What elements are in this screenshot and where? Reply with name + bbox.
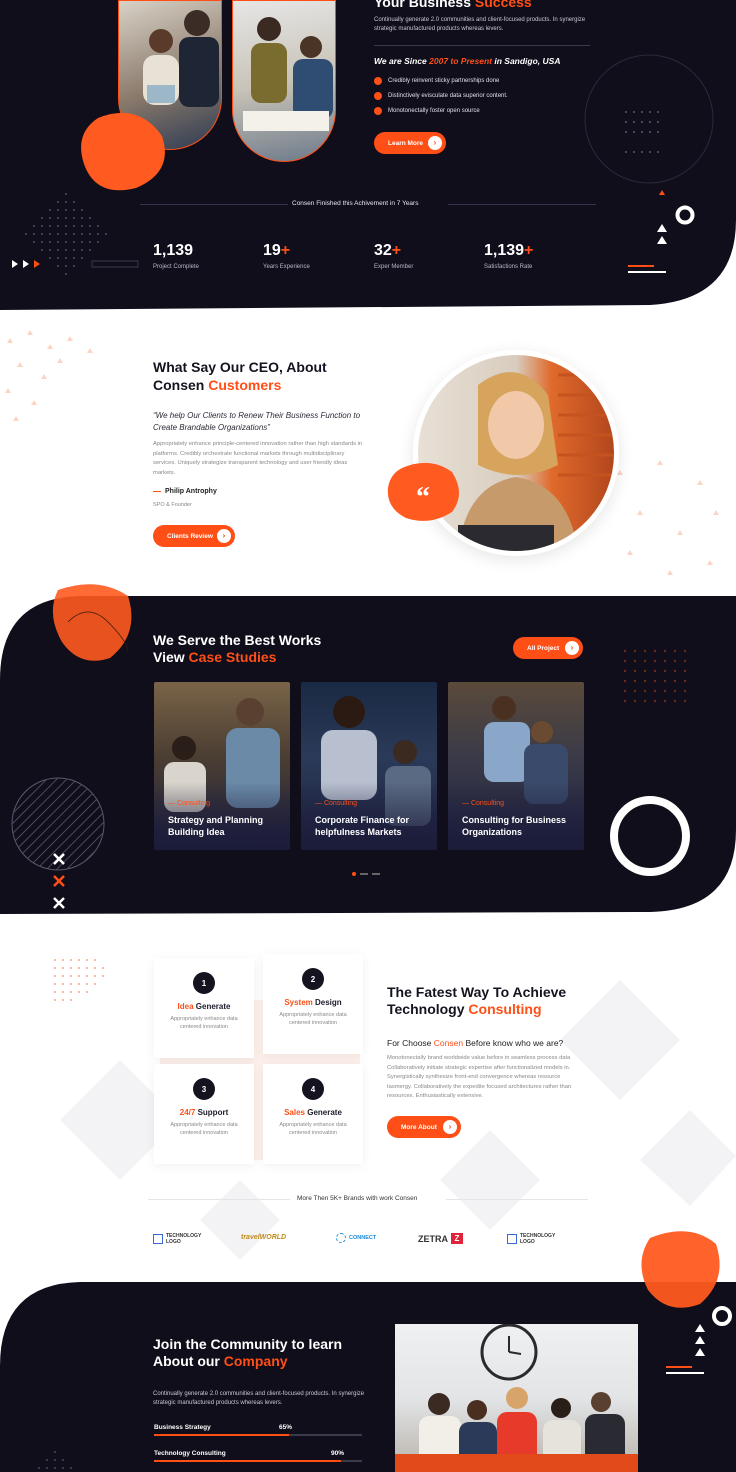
card-title: Consulting for Business Organizations xyxy=(462,815,567,837)
ceo-dots-pattern xyxy=(5,330,93,421)
achievement-line-right xyxy=(448,204,596,205)
ceo-dots-right xyxy=(617,460,719,575)
all-project-button[interactable]: All Project › xyxy=(513,637,583,659)
ring-large-icon xyxy=(610,796,690,876)
brand-icon xyxy=(507,1234,517,1244)
check-item: Distinctively evisculate data superior c… xyxy=(374,92,508,100)
brand-logo[interactable]: ZETRA Z xyxy=(418,1233,463,1244)
more-about-button[interactable]: More About › xyxy=(387,1116,461,1138)
community-description: Continually generate 2.0 communities and… xyxy=(153,1391,365,1406)
works-title: We Serve the Best Works View Case Studie… xyxy=(153,632,322,665)
hero-orange-blob xyxy=(81,112,165,191)
brand-logo[interactable]: CONNECT xyxy=(336,1233,376,1243)
brand-logo[interactable]: TECHNOLOGY LOGO xyxy=(153,1233,210,1245)
feature-card: 2 System Design Appropriately enhance da… xyxy=(263,954,363,1054)
dot-grid-peach xyxy=(54,959,104,1001)
consulting-title: The Fatest Way To Achieve Technology Con… xyxy=(387,984,567,1017)
card-category: — Consulting xyxy=(168,800,211,807)
feature-card: 4 Sales Generate Appropriately enhance d… xyxy=(263,1064,363,1164)
skill-bar-fill xyxy=(154,1434,290,1436)
arrow-icon: › xyxy=(565,641,579,655)
ring-white-icon xyxy=(675,205,695,225)
svg-text:“: “ xyxy=(416,482,430,513)
check-icon xyxy=(374,107,382,115)
community-image xyxy=(395,1324,638,1472)
dotted-diamond-bottom xyxy=(38,1451,72,1469)
card-category: — Consulting xyxy=(462,800,505,807)
skill-bar-technology: Technology Consulting 90% xyxy=(154,1450,362,1462)
ceo-role: SPO & Founder xyxy=(153,502,192,508)
decorative-lines xyxy=(666,1366,704,1374)
dotted-diamond xyxy=(25,193,107,275)
hero-title: Your Business Success xyxy=(374,0,532,10)
card-title: Corporate Finance for helpfulness Market… xyxy=(315,815,410,837)
case-study-card[interactable]: — Consulting Consulting for Business Org… xyxy=(448,682,584,850)
achievement-caption: Consen Finished this Achivement in 7 Yea… xyxy=(292,200,419,207)
community-orange-blob xyxy=(641,1231,720,1308)
ceo-body: Appropriately enhance principle-centered… xyxy=(153,441,363,476)
hero-description: Continually generate 2.0 communities and… xyxy=(374,17,586,32)
stat-members: 32+ Exper Member xyxy=(374,242,414,270)
community-title: Join the Community to learn About our Co… xyxy=(153,1336,343,1369)
works-orange-blob xyxy=(52,584,132,661)
decorative-lines xyxy=(628,265,666,273)
carousel-dot-active xyxy=(352,872,356,876)
arrow-icon: › xyxy=(443,1120,457,1134)
stat-years: 19+ Years Experience xyxy=(263,242,310,270)
brand-icon xyxy=(153,1234,163,1244)
achievement-line-left xyxy=(140,204,288,205)
brands-line-left xyxy=(148,1199,290,1200)
arrow-icon: › xyxy=(217,529,231,543)
play-arrows-icon xyxy=(12,260,139,268)
brand-logo[interactable]: TECHNOLOGY LOGO xyxy=(507,1233,564,1245)
check-item: Monotonectally foster open source xyxy=(374,107,508,115)
stat-projects: 1,139 Project Complete xyxy=(153,242,200,270)
check-icon xyxy=(374,92,382,100)
stat-satisfaction: 1,139+ Satisfactions Rate xyxy=(484,242,534,270)
brands-line-right xyxy=(446,1199,588,1200)
carousel-dot xyxy=(372,873,380,875)
carousel-dots[interactable] xyxy=(352,872,380,876)
decorative-ring xyxy=(584,54,714,184)
brand-icon: Z xyxy=(451,1233,463,1244)
hero-divider xyxy=(374,45,590,46)
feature-card: 1 Idea Generate Appropriately enhance da… xyxy=(154,958,254,1058)
ring-white-icon xyxy=(712,1306,732,1326)
carousel-dot xyxy=(360,873,368,875)
hero-since: We are Since 2007 to Present in Sandigo,… xyxy=(374,56,561,66)
consulting-subtitle: For Choose Consen Before know who we are… xyxy=(387,1038,564,1048)
check-icon xyxy=(374,77,382,85)
hero-image-2 xyxy=(232,0,336,162)
ceo-name: Philip Antrophy xyxy=(153,488,217,495)
brand-icon xyxy=(336,1233,346,1243)
brands-caption: More Then 5K+ Brands with work Consen xyxy=(297,1195,418,1202)
skill-bar-fill xyxy=(154,1460,342,1462)
quote-icon: “ xyxy=(387,462,459,521)
feature-number: 2 xyxy=(302,968,324,990)
feature-card: 3 24/7 Support Appropriately enhance dat… xyxy=(154,1064,254,1164)
triangles-icon xyxy=(695,1324,705,1356)
arrow-icon: › xyxy=(428,136,442,150)
ceo-portrait xyxy=(413,350,619,556)
clients-review-button[interactable]: Clients Review › xyxy=(153,525,235,547)
feature-number: 1 xyxy=(193,972,215,994)
case-study-card[interactable]: — Consulting Corporate Finance for helpf… xyxy=(301,682,437,850)
triangles-icon xyxy=(657,190,667,244)
ceo-title: What Say Our CEO, About Consen Customers xyxy=(153,359,327,393)
brand-logo[interactable]: travelWORLD xyxy=(241,1234,286,1241)
feature-number: 4 xyxy=(302,1078,324,1100)
cross-icons xyxy=(53,853,65,909)
dot-grid-orange xyxy=(623,649,687,703)
ceo-quote: “We help Our Clients to Renew Their Busi… xyxy=(153,411,361,432)
consulting-body: Monotonectally brand worldwide value bef… xyxy=(387,1055,572,1099)
card-title: Strategy and Planning Building Idea xyxy=(168,815,264,837)
feature-number: 3 xyxy=(193,1078,215,1100)
learn-more-button[interactable]: Learn More › xyxy=(374,132,446,154)
case-study-card[interactable]: — Consulting Strategy and Planning Build… xyxy=(154,682,290,850)
skill-bar-business: Business Strategy 65% xyxy=(154,1424,362,1436)
card-category: — Consulting xyxy=(315,800,358,807)
hero-checklist: Credibly reinvent sticky partnerships do… xyxy=(374,77,508,122)
check-item: Credibly reinvent sticky partnerships do… xyxy=(374,77,508,85)
